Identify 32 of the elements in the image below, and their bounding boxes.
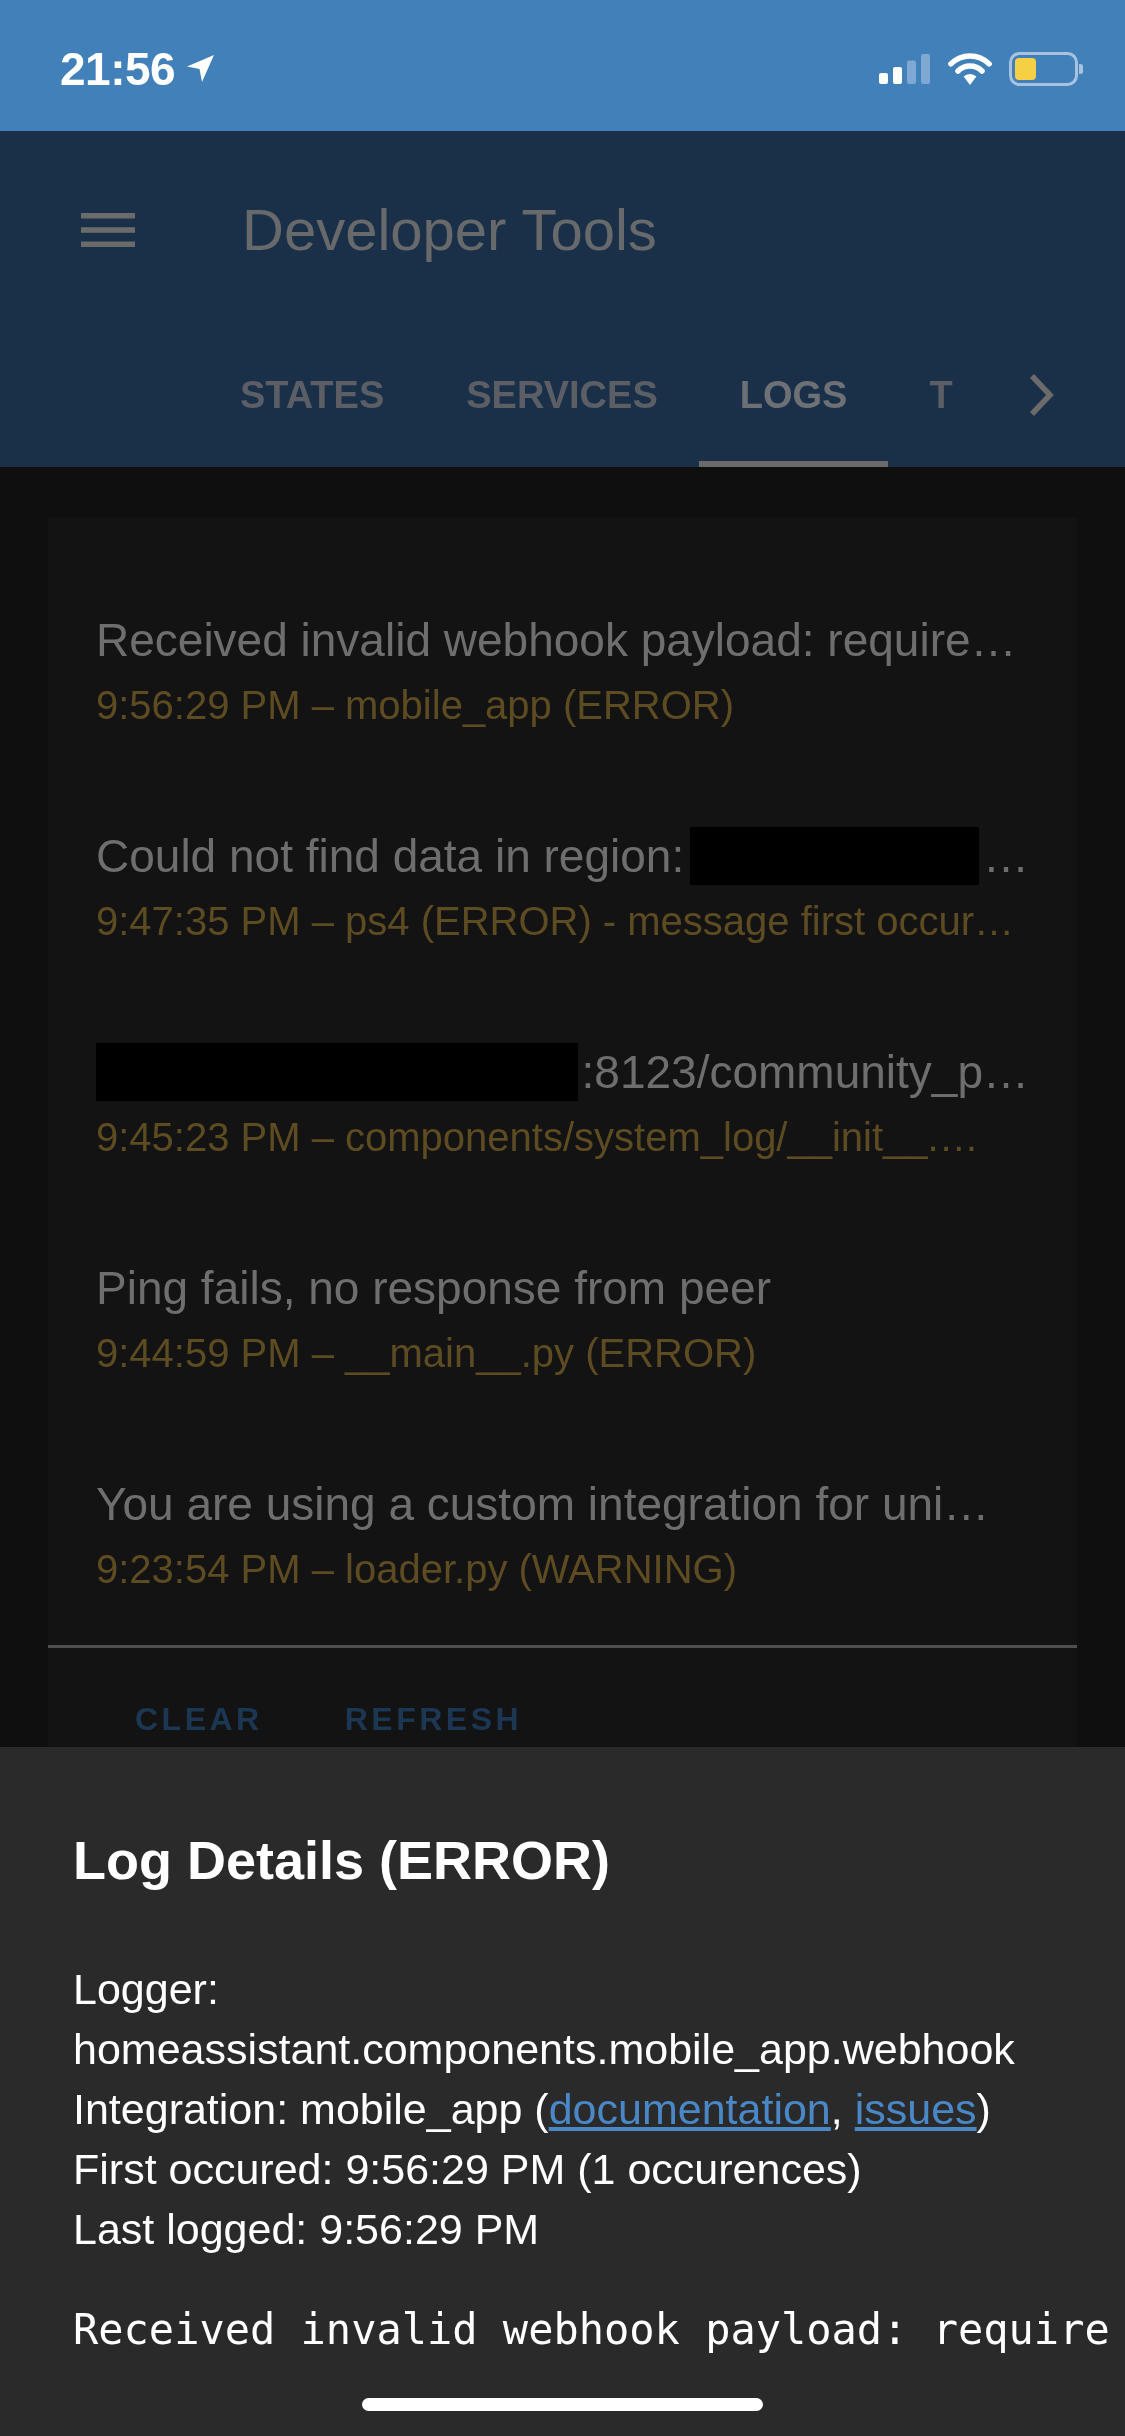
log-message: You are using a custom integration for uni… <box>96 1477 990 1532</box>
log-message-code: Received invalid webhook payload: require <box>73 2304 1110 2356</box>
log-source-text: 9:56:29 PM – mobile_app (ERROR) <box>96 682 735 729</box>
last-logged-text: Last logged: 9:56:29 PM <box>73 2204 540 2255</box>
log-message: … <box>983 829 1029 884</box>
log-source-text: 9:23:54 PM – loader.py (WARNING) <box>96 1546 737 1593</box>
location-arrow-icon <box>187 55 216 82</box>
first-occurred-text: First occured: 9:56:29 PM (1 occurences) <box>73 2144 862 2195</box>
chevron-right-icon[interactable] <box>1029 373 1055 417</box>
tab[interactable]: STATES <box>199 323 426 467</box>
tab[interactable]: T <box>888 323 994 467</box>
log-message: Received invalid webhook payload: require… <box>96 613 1017 668</box>
sheet-title: Log Details (ERROR) <box>73 1829 611 1892</box>
wifi-icon <box>947 52 993 85</box>
logger-text: Logger: homeassistant.components.mobile_app.webhook <box>73 1964 1016 2075</box>
log-source-text: 9:47:35 PM – ps4 (ERROR) - message first occur… <box>96 898 1015 945</box>
log-source-text: 9:45:23 PM – components/system_log/__init__.… <box>96 1114 979 1161</box>
refresh-button[interactable]: REFRESH <box>320 1689 547 1747</box>
integration-text: Integration: mobile_app (documentation, issues) <box>73 2084 991 2135</box>
signal-icon <box>879 53 931 84</box>
clear-button[interactable]: CLEAR <box>111 1689 287 1747</box>
log-message: Could not find data in region: <box>96 829 685 884</box>
log-message: :8123/community_p… <box>581 1045 1029 1100</box>
link[interactable]: issues <box>854 2085 977 2133</box>
link[interactable]: documentation <box>548 2085 831 2133</box>
page-title: Developer Tools <box>242 196 657 264</box>
menu-icon[interactable] <box>81 213 135 247</box>
log-source-text: 9:44:59 PM – __main__.py (ERROR) <box>96 1330 757 1377</box>
clock-time: 21:56 <box>60 41 176 97</box>
log-message: Ping fails, no response from peer <box>96 1261 772 1316</box>
battery-icon <box>1009 51 1083 86</box>
tab[interactable]: SERVICES <box>425 323 699 467</box>
